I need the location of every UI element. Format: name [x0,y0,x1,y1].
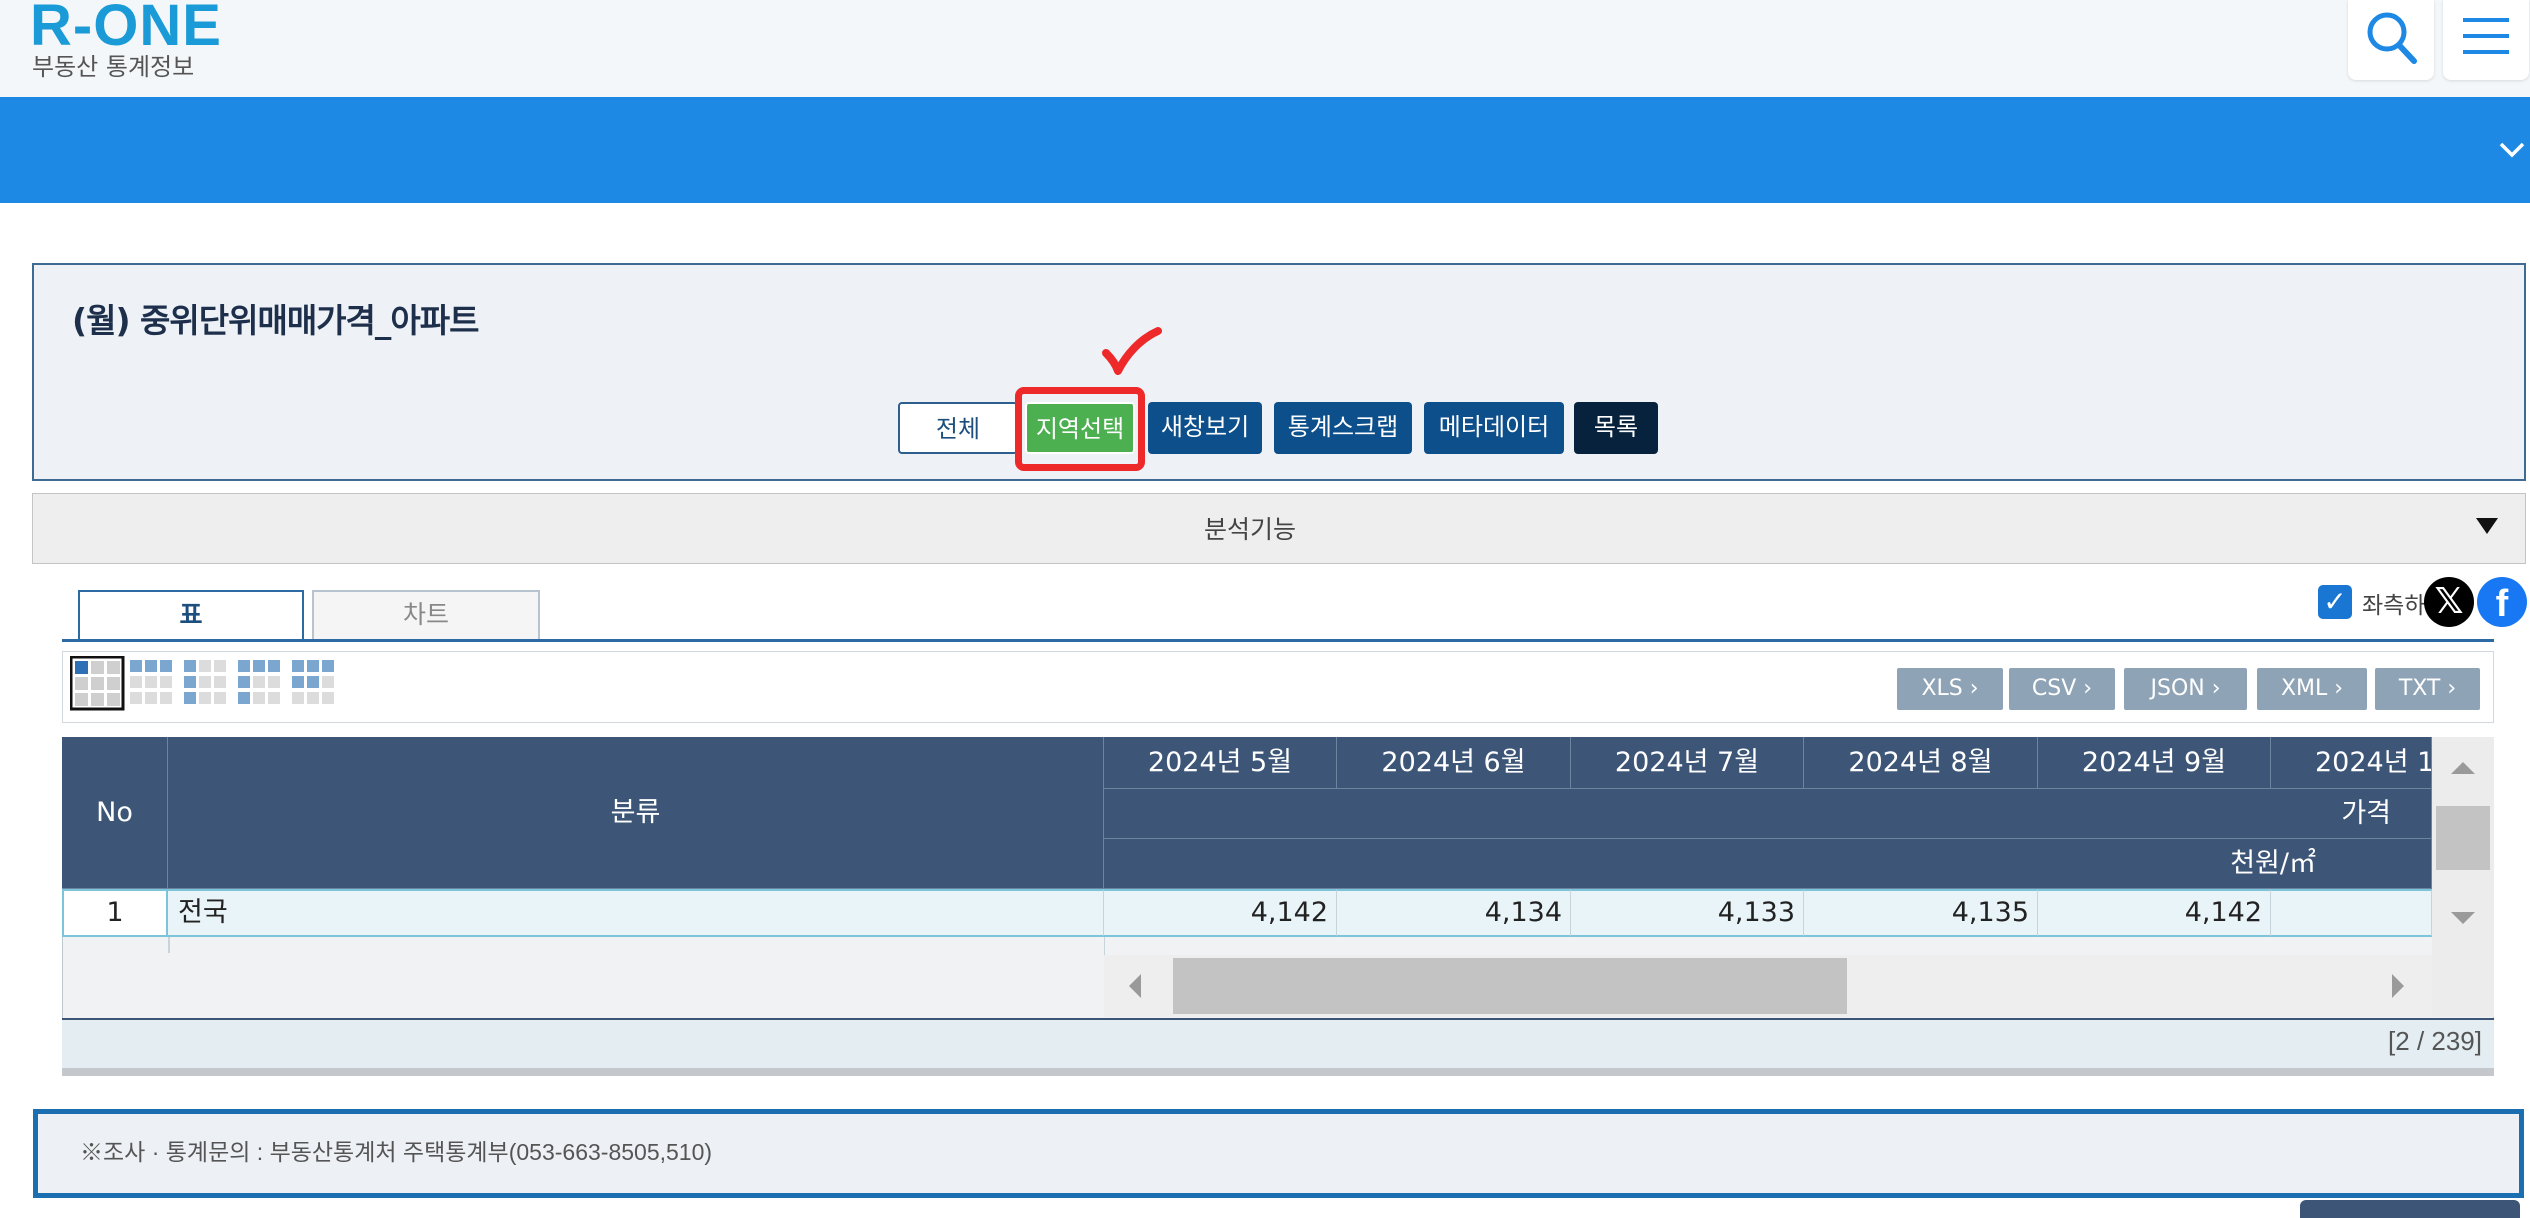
cell-value[interactable]: 4,142 [1104,889,1337,937]
unit-header: 천원/㎡ [1104,839,2432,889]
txt-export-button[interactable]: TXT › [2375,668,2480,710]
col-header-month[interactable]: 2024년 7월 [1571,737,1804,789]
cell-value[interactable] [2271,889,2432,937]
chevron-down-icon[interactable] [2498,141,2526,159]
page-indicator: [2 / 239] [2388,1026,2482,1056]
x-share-icon[interactable]: 𝕏 [2424,577,2474,627]
vertical-scroll-thumb[interactable] [2436,806,2490,870]
site-header [0,0,2530,97]
vertical-scrollbar[interactable] [2432,737,2494,1017]
category-bar[interactable] [0,97,2530,203]
stats-scrap-button[interactable]: 통계스크랩 [1274,402,1412,454]
layout-selector[interactable] [70,656,350,712]
page-title: (월) 중위단위매매가격_아파트 [72,301,479,340]
facebook-share-icon[interactable]: f [2477,577,2527,627]
grid-shadow [62,1068,2494,1076]
tab-divider [62,639,2494,642]
grid-footer [62,1018,2494,1073]
metadata-button[interactable]: 메타데이터 [1424,402,1564,454]
search-icon [2367,12,2417,64]
xml-export-button[interactable]: XML › [2257,668,2367,710]
layout-option-1-icon [70,656,125,711]
left-fix-label: 좌측하 [2362,593,2426,619]
scroll-down-icon[interactable] [2449,910,2477,926]
col-header-no[interactable]: No [62,737,168,889]
logo-subtitle: 부동산 통계정보 [32,53,195,81]
menu-button[interactable] [2443,0,2529,80]
horizontal-scroll-thumb[interactable] [1173,958,1847,1014]
col-divider [168,937,170,953]
layout-option-3-icon [184,660,226,704]
row-category[interactable]: 전국 [168,889,1104,937]
col-header-month[interactable]: 2024년 5월 [1104,737,1337,789]
col-header-month[interactable]: 2024년 10 [2271,737,2432,789]
col-header-month[interactable]: 2024년 8월 [1804,737,2038,789]
json-export-button[interactable]: JSON › [2124,668,2247,710]
scroll-up-icon[interactable] [2449,760,2477,776]
tab-chart[interactable]: 차트 [312,590,540,640]
left-fix-checkbox[interactable]: ✓ [2318,585,2352,619]
layout-option-5-icon [292,660,334,704]
highlight-box [1015,387,1145,471]
scroll-right-icon[interactable] [2390,972,2406,1000]
col-header-month[interactable]: 2024년 9월 [2038,737,2271,789]
xls-export-button[interactable]: XLS › [1897,668,2003,710]
list-button[interactable]: 목록 [1574,402,1658,454]
csv-export-button[interactable]: CSV › [2009,668,2115,710]
row-no[interactable]: 1 [62,889,168,937]
all-button[interactable]: 전체 [898,402,1018,454]
search-button[interactable] [2348,0,2434,80]
hamburger-menu-icon [2463,18,2509,54]
red-checkmark-icon [1102,327,1162,375]
cell-value[interactable]: 4,142 [2038,889,2271,937]
scroll-left-icon[interactable] [1127,972,1143,1000]
bottom-floating-tab[interactable] [2300,1200,2520,1218]
cell-value[interactable]: 4,135 [1804,889,2038,937]
item-header: 가격 [1104,789,2432,839]
analysis-label: 분석기능 [1203,515,1296,544]
tab-table[interactable]: 표 [78,590,304,640]
contact-info-text: ※조사 · 통계문의 : 부동산통계처 주택통계부(053-663-8505,5… [80,1139,713,1165]
layout-option-2-icon [130,660,172,704]
layout-option-4-icon [238,660,280,704]
cell-value[interactable]: 4,134 [1337,889,1571,937]
caret-down-icon[interactable] [2476,518,2498,534]
col-header-category[interactable]: 분류 [168,737,1104,889]
col-header-month[interactable]: 2024년 6월 [1337,737,1571,789]
cell-value[interactable]: 4,133 [1571,889,1804,937]
new-window-button[interactable]: 새창보기 [1148,402,1262,454]
